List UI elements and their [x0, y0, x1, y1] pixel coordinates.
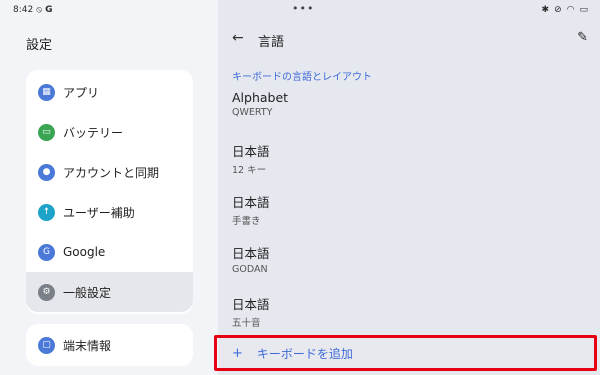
gear-icon: ⚙: [38, 283, 55, 301]
apps-icon: ▦: [38, 83, 55, 101]
settings-item-apps[interactable]: ▦ アプリ: [26, 72, 193, 112]
settings-item-google[interactable]: G Google: [26, 232, 193, 272]
keyboard-item[interactable]: Alphabet QWERTY: [232, 90, 572, 118]
settings-pane: 設定 ▦ アプリ ▭ バッテリー ● アカウントと同期 ☨ ユーザー補助 G G…: [0, 0, 218, 375]
keyboard-item[interactable]: 日本語 五十音: [232, 294, 572, 329]
plus-icon: +: [232, 345, 243, 361]
page-title: 言語: [258, 35, 285, 50]
account-icon: ●: [38, 163, 55, 181]
device-info-card: ▢ 端末情報: [26, 324, 193, 366]
vpn-icon: ⦸: [36, 5, 43, 15]
info-icon: ▢: [38, 336, 55, 354]
settings-item-accessibility[interactable]: ☨ ユーザー補助: [26, 192, 193, 232]
mute-icon: ⊘: [554, 5, 562, 15]
google-icon: G: [38, 243, 55, 261]
page-title: 設定: [26, 38, 53, 53]
bluetooth-icon: ✱: [541, 5, 550, 15]
more-dots-icon: •••: [292, 2, 315, 15]
google-icon: G: [45, 5, 53, 15]
battery-icon: ▭: [38, 123, 55, 141]
pencil-icon[interactable]: ✎: [577, 30, 588, 45]
language-pane: ← 言語 ✎ キーボードの言語とレイアウト Alphabet QWERTY 日本…: [218, 0, 600, 375]
battery-icon: ▭: [579, 5, 588, 15]
status-bar: 8:42 ⦸ G ••• ✱ ⊘ ◠ ▭: [0, 0, 600, 22]
settings-item-accounts[interactable]: ● アカウントと同期: [26, 152, 193, 192]
header: ← 言語 ✎: [218, 28, 600, 54]
add-keyboard-button[interactable]: + キーボードを追加: [218, 336, 600, 370]
settings-list: ▦ アプリ ▭ バッテリー ● アカウントと同期 ☨ ユーザー補助 G Goog…: [26, 70, 193, 314]
section-header: キーボードの言語とレイアウト: [232, 72, 372, 83]
settings-item-device-info[interactable]: ▢ 端末情報: [26, 325, 193, 365]
back-arrow-icon[interactable]: ←: [232, 30, 244, 46]
keyboard-item[interactable]: 日本語 GODAN: [232, 243, 572, 275]
accessibility-icon: ☨: [38, 203, 55, 221]
keyboard-item[interactable]: 日本語 12 キー: [232, 141, 572, 176]
keyboard-item[interactable]: 日本語 手書き: [232, 192, 572, 227]
wifi-icon: ◠: [566, 5, 575, 15]
settings-item-general[interactable]: ⚙ 一般設定: [26, 272, 193, 312]
settings-item-battery[interactable]: ▭ バッテリー: [26, 112, 193, 152]
clock: 8:42: [13, 5, 34, 15]
